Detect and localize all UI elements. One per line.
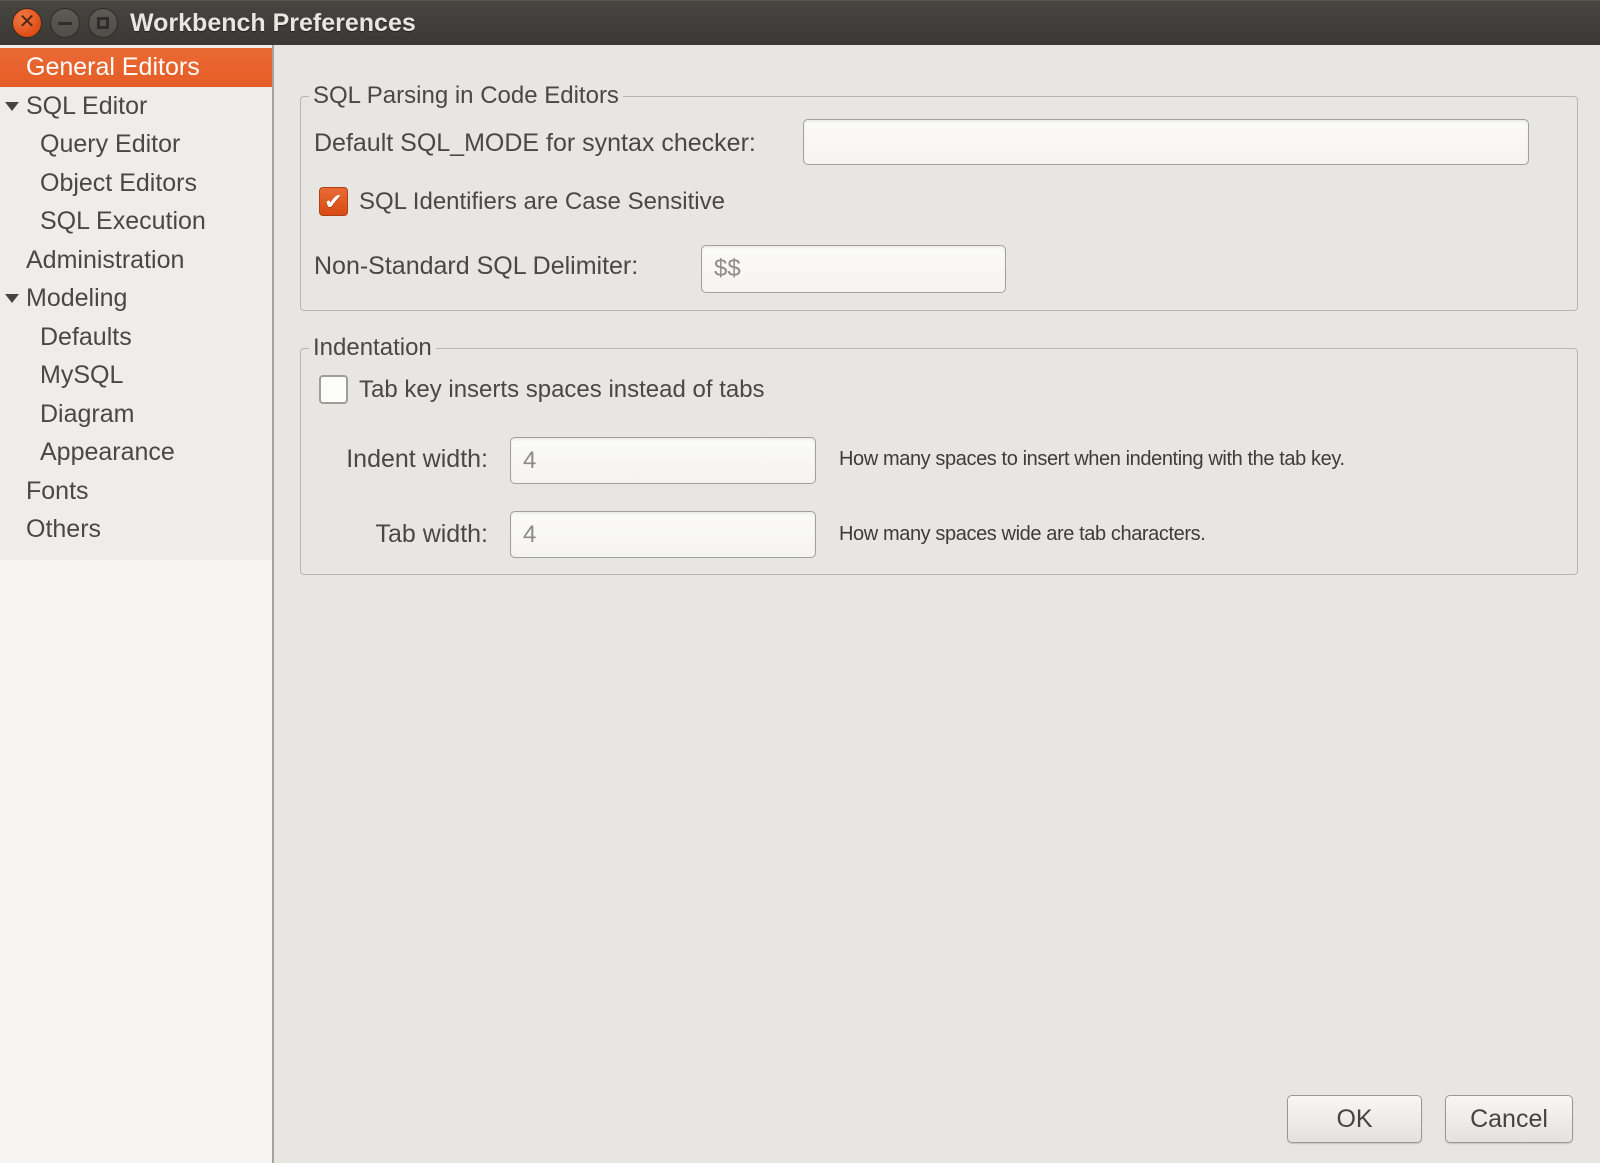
- cancel-button-label: Cancel: [1470, 1105, 1548, 1134]
- sidebar-item-label: Diagram: [40, 400, 134, 428]
- sidebar-item-diagram[interactable]: Diagram: [0, 395, 272, 434]
- close-icon: ✕: [19, 12, 36, 32]
- cancel-button[interactable]: Cancel: [1445, 1095, 1573, 1143]
- sidebar-item-mysql[interactable]: MySQL: [0, 356, 272, 395]
- sidebar-item-label: SQL Editor: [26, 92, 147, 120]
- tab-width-input[interactable]: [510, 511, 816, 558]
- sidebar-item-label: Administration: [26, 246, 184, 274]
- window-title: Workbench Preferences: [130, 1, 416, 46]
- sidebar-item-object-editors[interactable]: Object Editors: [0, 164, 272, 203]
- sidebar-item-label: MySQL: [40, 361, 123, 389]
- sidebar-item-sql-editor[interactable]: SQL Editor: [0, 87, 272, 126]
- window-maximize-button[interactable]: [88, 8, 118, 38]
- indent-width-label: Indent width:: [314, 443, 488, 475]
- sidebar-item-label: General Editors: [26, 53, 200, 81]
- ok-button-label: OK: [1336, 1105, 1372, 1134]
- sidebar-item-fonts[interactable]: Fonts: [0, 472, 272, 511]
- sidebar-item-appearance[interactable]: Appearance: [0, 433, 272, 472]
- check-icon: ✔: [324, 191, 342, 213]
- sql-mode-label: Default SQL_MODE for syntax checker:: [314, 127, 756, 159]
- delimiter-input[interactable]: [701, 245, 1006, 293]
- indent-width-hint: How many spaces to insert when indenting…: [839, 447, 1345, 471]
- preferences-tree: General Editors SQL Editor Query Editor …: [0, 48, 272, 549]
- tab-inserts-spaces-checkbox[interactable]: [319, 375, 348, 404]
- indentation-group-title: Indentation: [309, 334, 436, 362]
- maximize-icon: [97, 17, 109, 29]
- indentation-groupbox: Indentation Tab key inserts spaces inste…: [300, 348, 1578, 575]
- sidebar-item-general-editors[interactable]: General Editors: [0, 48, 272, 87]
- sql-mode-input[interactable]: [803, 119, 1529, 165]
- window-close-button[interactable]: ✕: [12, 8, 42, 38]
- window-minimize-button[interactable]: [50, 8, 80, 38]
- sidebar-item-label: Query Editor: [40, 130, 180, 158]
- sidebar-item-others[interactable]: Others: [0, 510, 272, 549]
- sidebar-item-label: Fonts: [26, 477, 89, 505]
- minimize-icon: [58, 22, 72, 25]
- tab-width-hint: How many spaces wide are tab characters.: [839, 522, 1205, 546]
- case-sensitive-label: SQL Identifiers are Case Sensitive: [359, 187, 725, 216]
- titlebar: ✕ Workbench Preferences: [0, 0, 1600, 45]
- sidebar-item-label: Modeling: [26, 284, 127, 312]
- sidebar-item-administration[interactable]: Administration: [0, 241, 272, 280]
- sidebar-item-label: Defaults: [40, 323, 132, 351]
- delimiter-label: Non-Standard SQL Delimiter:: [314, 250, 638, 282]
- preferences-dialog: ✕ Workbench Preferences General Editors …: [0, 0, 1600, 1163]
- tab-inserts-spaces-label: Tab key inserts spaces instead of tabs: [359, 375, 765, 404]
- sidebar-item-query-editor[interactable]: Query Editor: [0, 125, 272, 164]
- tab-width-label: Tab width:: [314, 518, 488, 550]
- preferences-sidebar: General Editors SQL Editor Query Editor …: [0, 45, 274, 1163]
- sidebar-item-sql-execution[interactable]: SQL Execution: [0, 202, 272, 241]
- ok-button[interactable]: OK: [1287, 1095, 1422, 1143]
- indent-width-input[interactable]: [510, 437, 816, 484]
- case-sensitive-checkbox[interactable]: ✔: [319, 187, 348, 216]
- sidebar-item-label: Others: [26, 515, 101, 543]
- sidebar-item-label: Object Editors: [40, 169, 197, 197]
- sidebar-item-label: Appearance: [40, 438, 175, 466]
- sql-parsing-group-title: SQL Parsing in Code Editors: [309, 82, 623, 110]
- sidebar-item-defaults[interactable]: Defaults: [0, 318, 272, 357]
- chevron-down-icon[interactable]: [5, 294, 19, 303]
- sql-parsing-groupbox: SQL Parsing in Code Editors Default SQL_…: [300, 96, 1578, 311]
- sidebar-item-modeling[interactable]: Modeling: [0, 279, 272, 318]
- chevron-down-icon[interactable]: [5, 102, 19, 111]
- sidebar-item-label: SQL Execution: [40, 207, 206, 235]
